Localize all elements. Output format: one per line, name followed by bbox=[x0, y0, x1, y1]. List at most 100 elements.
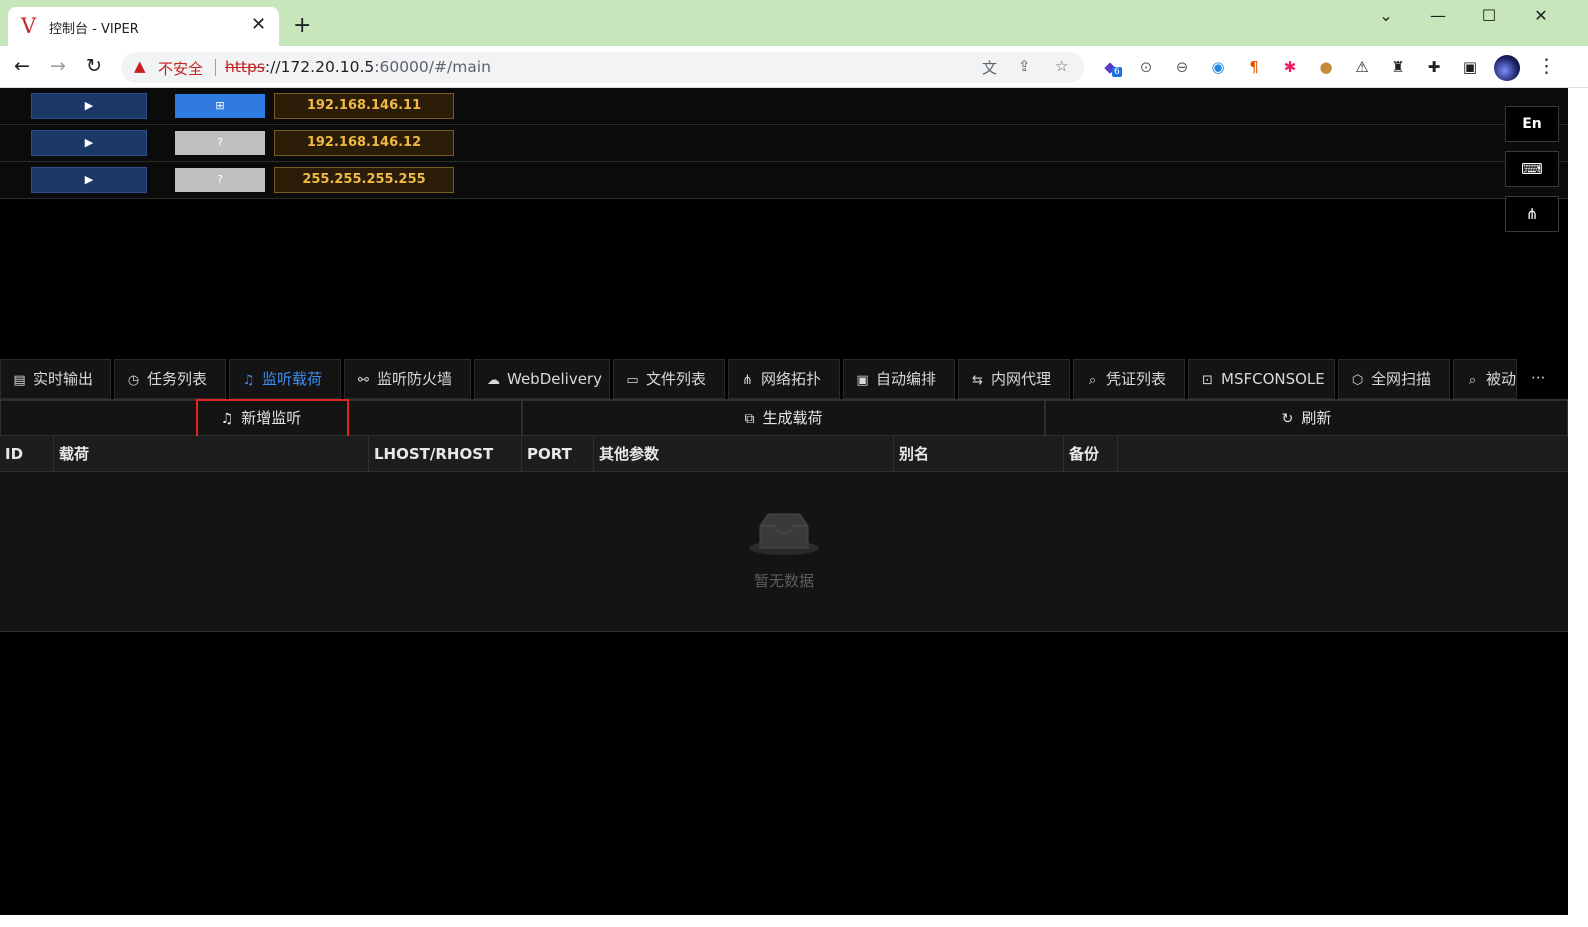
url-host: ://172.20.10.5 bbox=[264, 58, 375, 76]
tab-label: 网络拓扑 bbox=[761, 370, 822, 388]
tab-label: 被动 bbox=[1486, 370, 1517, 388]
listener-table-body: 暂无数据 bbox=[0, 472, 1568, 632]
tab-file-list[interactable]: ▭ 文件列表 bbox=[613, 359, 725, 399]
browser-toolbar: ← → ↻ ▲ 不安全 https://172.20.10.5:60000/#/… bbox=[0, 46, 1588, 88]
tab-label: 内网代理 bbox=[991, 370, 1052, 388]
tab-network-topology[interactable]: ⋔ 网络拓扑 bbox=[728, 359, 840, 399]
address-bar[interactable]: ▲ 不安全 https://172.20.10.5:60000/#/main 文… bbox=[121, 52, 1084, 83]
listener-action-bar: ♫ 新增监听 ⧉ 生成载荷 ↻ 刷新 bbox=[0, 400, 1568, 436]
tab-auto-orchestrate[interactable]: ▣ 自动编排 bbox=[843, 359, 955, 399]
extension-mask-icon[interactable]: ◉ bbox=[1208, 57, 1228, 77]
empty-state-text: 暂无数据 bbox=[753, 572, 814, 590]
translate-icon[interactable]: 文 bbox=[982, 57, 997, 78]
refresh-label: 刷新 bbox=[1301, 409, 1332, 427]
tab-credential-list[interactable]: ⌕ 凭证列表 bbox=[1073, 359, 1185, 399]
extension-alert-icon[interactable]: ⚠ bbox=[1352, 57, 1372, 77]
url-path: :60000/#/main bbox=[374, 58, 491, 76]
extension-pinwheel-icon[interactable]: ✱ bbox=[1280, 57, 1300, 77]
column-header[interactable]: ID bbox=[0, 436, 54, 472]
host-expand-button[interactable]: ▶ bbox=[31, 130, 147, 156]
host-ip-tag[interactable]: 192.168.146.11 bbox=[274, 93, 454, 119]
disconnect-icon: ⚯ bbox=[358, 373, 369, 388]
proxy-icon: ⇆ bbox=[972, 373, 983, 388]
extensions-puzzle-icon[interactable]: ✚ bbox=[1424, 57, 1444, 77]
listener-table-header: ID 载荷 LHOST/RHOST PORT 其他参数 别名 备份 bbox=[0, 436, 1568, 472]
terminal-icon[interactable]: ⌨ bbox=[1505, 151, 1559, 187]
tab-label: 任务列表 bbox=[147, 370, 208, 388]
language-toggle-button[interactable]: En bbox=[1505, 106, 1559, 142]
url-text[interactable]: https://172.20.10.5:60000/#/main bbox=[225, 58, 491, 76]
host-expand-button[interactable]: ▶ bbox=[31, 167, 147, 193]
folder-icon: ▭ bbox=[626, 373, 639, 388]
robot-icon: ▣ bbox=[856, 373, 869, 388]
empty-inbox-icon bbox=[749, 513, 819, 555]
headphones-icon: ♫ bbox=[242, 373, 255, 388]
browser-bottom-edge bbox=[0, 915, 1588, 927]
close-window-button[interactable]: ✕ bbox=[1521, 6, 1561, 26]
tab-passive[interactable]: ⌕ 被动 bbox=[1453, 359, 1517, 399]
host-ip-tag[interactable]: 192.168.146.12 bbox=[274, 130, 454, 156]
generate-payload-button[interactable]: ⧉ 生成载荷 bbox=[522, 400, 1045, 436]
close-tab-icon[interactable]: ✕ bbox=[251, 14, 266, 36]
forward-icon[interactable]: → bbox=[50, 54, 66, 78]
tab-intranet-proxy[interactable]: ⇆ 内网代理 bbox=[958, 359, 1070, 399]
host-row: ▶ ? 255.255.255.255 bbox=[0, 162, 1568, 199]
extension-spy-icon[interactable]: ♜ bbox=[1388, 57, 1408, 77]
browser-menu-icon[interactable]: ⋮ bbox=[1537, 55, 1556, 77]
tab-task-list[interactable]: ◷ 任务列表 bbox=[114, 359, 226, 399]
profile-avatar[interactable] bbox=[1494, 55, 1520, 81]
os-windows-tag: ⊞ bbox=[175, 94, 265, 118]
extension-cookie-icon[interactable]: ● bbox=[1316, 57, 1336, 77]
host-ip-tag[interactable]: 255.255.255.255 bbox=[274, 167, 454, 193]
extension-badge: 6 bbox=[1112, 67, 1122, 77]
tab-label: 全网扫描 bbox=[1371, 370, 1432, 388]
terminal-icon: ⊡ bbox=[1202, 373, 1213, 388]
column-header[interactable]: PORT bbox=[522, 436, 594, 472]
extension-code-icon[interactable]: ⊙ bbox=[1136, 57, 1156, 77]
minimize-button[interactable]: — bbox=[1418, 6, 1458, 26]
refresh-button[interactable]: ↻ 刷新 bbox=[1045, 400, 1568, 436]
tab-label: 自动编排 bbox=[876, 370, 937, 388]
insecure-label[interactable]: 不安全 bbox=[158, 58, 203, 79]
os-unknown-tag: ? bbox=[175, 131, 265, 155]
extension-pilcrow-icon[interactable]: ¶ bbox=[1244, 57, 1264, 77]
topology-icon: ⋔ bbox=[742, 373, 753, 388]
bookmark-star-icon[interactable]: ☆ bbox=[1055, 57, 1068, 75]
tab-label: WebDelivery bbox=[507, 370, 602, 388]
reload-icon[interactable]: ↻ bbox=[86, 54, 102, 78]
scan-icon: ⬡ bbox=[1351, 373, 1364, 388]
column-header[interactable]: 载荷 bbox=[54, 436, 369, 472]
url-scheme: https bbox=[225, 58, 265, 76]
browser-tab-title: 控制台 - VIPER bbox=[49, 22, 139, 37]
tab-webdelivery[interactable]: ☁ WebDelivery bbox=[474, 359, 610, 399]
tab-label: 凭证列表 bbox=[1106, 370, 1167, 388]
extension-minus-icon[interactable]: ⊖ bbox=[1172, 57, 1192, 77]
cloud-upload-icon: ☁ bbox=[487, 373, 500, 388]
tab-network-scan[interactable]: ⬡ 全网扫描 bbox=[1338, 359, 1450, 399]
tab-listener-payload[interactable]: ♫ 监听载荷 bbox=[229, 359, 341, 399]
extension-mortarboard-icon[interactable]: ◆ 6 bbox=[1100, 57, 1122, 77]
column-header[interactable]: 其他参数 bbox=[594, 436, 894, 472]
column-header[interactable]: 别名 bbox=[894, 436, 1064, 472]
add-listener-button[interactable]: ♫ 新增监听 bbox=[0, 400, 522, 436]
side-panel-icon[interactable]: ▣ bbox=[1460, 57, 1480, 77]
maximize-button[interactable]: ☐ bbox=[1469, 6, 1509, 26]
browser-tab[interactable]: V 控制台 - VIPER ✕ bbox=[8, 7, 279, 46]
history-icon: ◷ bbox=[127, 373, 140, 388]
warning-icon[interactable]: ▲ bbox=[134, 57, 146, 75]
tab-search-icon[interactable]: ⌄ bbox=[1366, 6, 1406, 26]
tab-realtime-output[interactable]: ▤ 实时输出 bbox=[0, 359, 111, 399]
column-header[interactable]: 备份 bbox=[1064, 436, 1118, 472]
omnibox-divider bbox=[215, 59, 216, 76]
column-header[interactable]: LHOST/RHOST bbox=[369, 436, 522, 472]
tab-label: 文件列表 bbox=[646, 370, 707, 388]
tab-listener-firewall[interactable]: ⚯ 监听防火墙 bbox=[344, 359, 471, 399]
new-tab-button[interactable]: + bbox=[293, 14, 311, 38]
back-icon[interactable]: ← bbox=[14, 54, 30, 78]
share-icon[interactable]: ⇪ bbox=[1018, 57, 1031, 75]
network-topology-icon[interactable]: ⋔ bbox=[1505, 196, 1559, 232]
tab-msfconsole[interactable]: ⊡ MSFCONSOLE bbox=[1188, 359, 1335, 399]
tab-overflow-more-icon[interactable]: ··· bbox=[1531, 359, 1545, 399]
os-unknown-tag: ? bbox=[175, 168, 265, 192]
host-expand-button[interactable]: ▶ bbox=[31, 93, 147, 119]
